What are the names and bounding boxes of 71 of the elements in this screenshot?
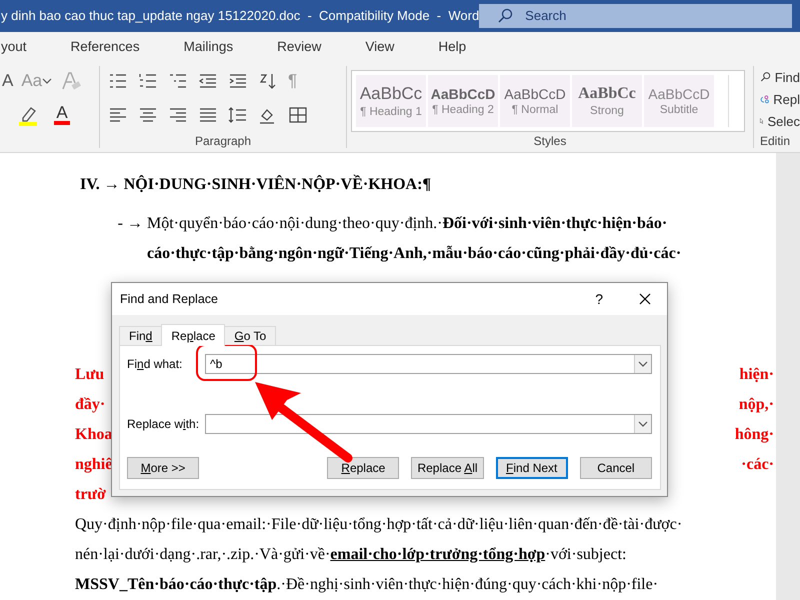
dialog-button[interactable]: More >> [127,457,200,479]
ribbon-tab[interactable]: View [343,39,416,54]
text-line: nén·lại·dưới·dạng·.rar,·.zip.·Và·gửi·về·email·cho·lớp·trưởng·tổng·hợp·với·subject: [75,545,628,565]
decrease-indent-icon[interactable] [198,72,218,90]
ribbon-tab[interactable]: yout [0,39,49,54]
close-icon[interactable] [639,293,651,305]
text-line: MSSV_Tên·báo·cáo·thực·tập.·Đề·nghị·sinh·viên·thực·hiện·đúng·quy·cách·khi·nộp·file· [75,575,660,595]
field-label: Find what: [127,357,184,371]
text-fragment: Khoa [75,425,112,445]
window-title: y dinh bao cao thuc tap_update ngay 15122020.doc - Compatibility Mode - Word [1,8,480,24]
section-heading: IV. → NỘI·DUNG·SINH·VIÊN·NỘP·VỀ·KHOA:¶ [79,174,432,195]
text-line: cáo·thực·tập·bằng·ngôn·ngữ·Tiếng·Anh,·mẫu·báo·cáo·cũng·phải·đầy·đủ·các· [147,244,682,264]
text-line: Một·quyển·báo·cáo·nội·dung·theo·quy·định.·Đối·với·sinh·viên·thực·hiện·báo· [147,214,668,234]
justify-icon[interactable] [198,106,218,124]
caret-icon [638,361,648,367]
text-fragment: hông· [734,425,774,445]
group-label: Editin [760,134,792,148]
ribbon-tab[interactable]: References [48,39,162,54]
style-tile[interactable]: AaBbCc ¶ Heading 1 [356,75,426,128]
numbering-icon[interactable] [138,72,158,90]
dialog-tab[interactable]: Go To [224,326,276,345]
dialog-button[interactable]: Cancel [580,457,652,479]
group-label: Paragraph [194,134,252,148]
dropdown-button[interactable] [634,355,651,373]
highlight-ring [196,344,257,381]
style-tile[interactable]: AaBbCcD ¶ Normal [500,75,570,128]
grow-font-button[interactable]: A [2,71,14,92]
text-fragment: nghiê [75,455,112,475]
editing-button[interactable]: Selec [760,110,800,132]
dialog-tab[interactable]: Find [119,326,162,345]
search-icon [497,8,514,24]
multilevel-list-icon[interactable] [168,72,188,90]
text-fragment: hiện· [739,365,774,385]
field-label: Replace with: [127,417,200,431]
help-button[interactable]: ? [595,291,603,307]
combo-box[interactable] [205,414,652,434]
dialog-button[interactable]: Find Next [496,457,568,479]
ribbon-tab[interactable]: Review [255,39,344,54]
group-label: Styles [532,134,568,148]
ribbon-tab[interactable]: Help [416,39,488,54]
align-center-icon[interactable] [138,106,158,124]
bullets-icon[interactable] [108,72,128,90]
text-fragment: nộp,· [738,395,774,415]
text-fragment: ·các· [741,455,774,475]
increase-indent-icon[interactable] [228,72,248,90]
text-line: Quy·định·nộp·file·qua·email:·File·dữ·liệu·tổng·hợp·tất·cả·dữ·liệu·liên·quan·đến·đề·tài·được· [75,515,684,535]
align-left-icon[interactable] [108,106,128,124]
text-fragment: Lưu [75,365,104,385]
editing-button[interactable]: Find [760,66,800,88]
editing-button[interactable]: Repl [760,88,800,110]
font-color-button[interactable]: A [54,105,70,126]
borders-icon[interactable] [288,106,308,124]
text-fragment: đầy· [75,395,106,415]
dialog-tab[interactable]: Replace [161,324,226,346]
sort-icon[interactable] [258,72,278,90]
dialog-button[interactable]: Replace All [411,457,484,479]
combo-box[interactable]: ^b [205,354,652,374]
align-right-icon[interactable] [168,106,188,124]
ribbon-tab[interactable]: Mailings [162,39,256,54]
style-tile[interactable]: AaBbCc Strong [572,75,642,128]
dropdown-button[interactable] [634,415,651,433]
caret-icon [42,78,52,84]
search-field[interactable]: Search [479,4,792,28]
style-tile[interactable]: AaBbCcD ¶ Heading 2 [428,75,498,128]
input-field[interactable]: ^b [206,357,634,371]
caret-icon [638,421,648,427]
line-spacing-icon[interactable] [228,106,248,124]
text-fragment: trườ [75,485,106,505]
dialog-title: Find and Replace [120,292,218,306]
bullet-marker: - → [116,214,144,234]
dialog-button[interactable]: Replace [327,457,400,479]
